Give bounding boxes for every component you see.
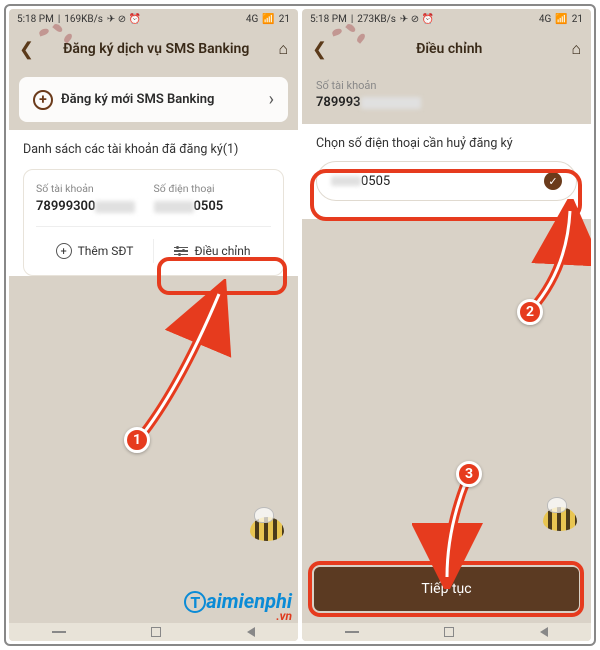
android-navbar bbox=[302, 623, 591, 641]
badge-3: 3 bbox=[456, 461, 482, 487]
account-number-value: 789993 bbox=[316, 95, 577, 110]
plus-icon: + bbox=[33, 90, 53, 110]
chevron-right-icon: › bbox=[269, 89, 274, 110]
accounts-section: Danh sách các tài khoản đã đăng ký(1) Số… bbox=[9, 130, 298, 276]
nav-recent-icon[interactable] bbox=[52, 631, 66, 633]
adjust-icon bbox=[174, 247, 188, 256]
account-number-label: Số tài khoản bbox=[316, 79, 577, 92]
back-icon[interactable]: ❮ bbox=[19, 39, 34, 60]
highlight-continue bbox=[308, 561, 584, 617]
register-new-label: Đăng ký mới SMS Banking bbox=[61, 92, 269, 107]
bee-decoration bbox=[250, 517, 284, 541]
status-battery: 21 bbox=[572, 14, 583, 25]
phone-number-label: Số điện thoại bbox=[154, 182, 272, 195]
watermark: Taimienphi .vn bbox=[184, 589, 292, 623]
nav-back-icon[interactable] bbox=[540, 627, 548, 637]
account-number-value: 78999300 bbox=[36, 199, 154, 214]
back-icon[interactable]: ❮ bbox=[312, 39, 327, 60]
account-header: Số tài khoản 789993 bbox=[302, 69, 591, 116]
app-header: ❮ Điều chỉnh ⌂ bbox=[302, 29, 591, 69]
nav-recent-icon[interactable] bbox=[345, 631, 359, 633]
bee-decoration bbox=[543, 507, 577, 531]
status-battery: 21 bbox=[279, 14, 290, 25]
status-net: 4G bbox=[246, 14, 258, 25]
status-net: 4G bbox=[539, 14, 551, 25]
page-title: Đăng ký dịch vụ SMS Banking bbox=[34, 41, 278, 57]
highlight-select bbox=[310, 169, 582, 221]
page-title: Điều chỉnh bbox=[327, 41, 571, 57]
home-icon[interactable]: ⌂ bbox=[278, 39, 288, 59]
add-phone-button[interactable]: + Thêm SĐT bbox=[36, 239, 153, 263]
nav-home-icon[interactable] bbox=[444, 627, 454, 637]
account-number-label: Số tài khoản bbox=[36, 182, 154, 195]
register-new-card[interactable]: + Đăng ký mới SMS Banking › bbox=[19, 77, 288, 122]
nav-back-icon[interactable] bbox=[247, 627, 255, 637]
app-header: ❮ Đăng ký dịch vụ SMS Banking ⌂ bbox=[9, 29, 298, 69]
select-phone-title: Chọn số điện thoại cần huỷ đăng ký bbox=[316, 136, 577, 151]
android-navbar bbox=[9, 623, 298, 641]
arrow-1 bbox=[119, 279, 239, 449]
status-speed: 273KB/s bbox=[357, 14, 396, 25]
home-icon[interactable]: ⌂ bbox=[571, 39, 581, 59]
plus-circle-icon: + bbox=[56, 243, 72, 259]
status-speed: 169KB/s bbox=[64, 14, 103, 25]
add-phone-label: Thêm SĐT bbox=[78, 244, 134, 258]
status-time: 5:18 PM bbox=[17, 14, 54, 25]
highlight-adjust bbox=[157, 257, 287, 295]
status-time: 5:18 PM bbox=[310, 14, 347, 25]
phone-screen-left: 5:18 PM | 169KB/s ✈ ⊘ ⏰ 4G 📶 21 ❮ Đăng k… bbox=[9, 9, 298, 641]
phone-screen-right: 5:18 PM | 273KB/s ✈ ⊘ ⏰ 4G 📶 21 ❮ Điều c… bbox=[302, 9, 591, 641]
badge-2: 2 bbox=[517, 299, 543, 325]
badge-1: 1 bbox=[124, 427, 150, 453]
phone-number-value: 0505 bbox=[154, 199, 272, 214]
section-title: Danh sách các tài khoản đã đăng ký(1) bbox=[23, 142, 284, 157]
nav-home-icon[interactable] bbox=[151, 627, 161, 637]
adjust-label: Điều chỉnh bbox=[194, 244, 250, 258]
